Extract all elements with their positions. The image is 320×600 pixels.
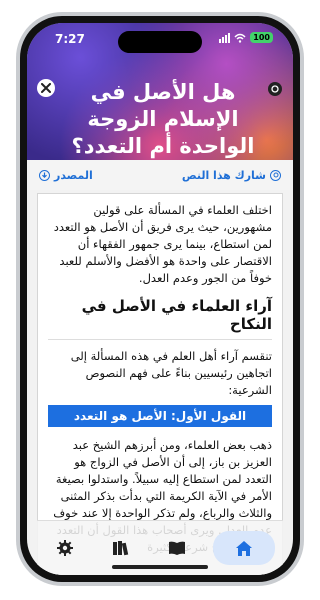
phone-frame: 7:27 100 هل الأصل في الإسلام الزوجة الوا… — [16, 12, 304, 586]
screen: 7:27 100 هل الأصل في الإسلام الزوجة الوا… — [27, 23, 293, 575]
status-bar: 7:27 100 — [27, 29, 293, 53]
section-intro-paragraph: تنقسم آراء أهل العلم في هذه المسألة إلى … — [70, 349, 272, 397]
books-icon — [113, 541, 129, 556]
share-button[interactable]: شارك هذا النص — [182, 169, 281, 182]
header: 7:27 100 هل الأصل في الإسلام الزوجة الوا… — [27, 23, 293, 160]
battery-icon: 100 — [250, 32, 273, 43]
dynamic-island — [118, 31, 202, 53]
wifi-icon — [234, 33, 246, 43]
share-label: شارك هذا النص — [181, 168, 266, 182]
open-book-icon — [169, 541, 185, 555]
signal-icon — [219, 32, 231, 43]
tab-home[interactable] — [213, 531, 275, 565]
article-content: اختلف العلماء في المسألة على قولين مشهور… — [38, 194, 282, 556]
close-button[interactable] — [37, 79, 55, 97]
status-icons: 100 — [219, 32, 273, 43]
tab-settings[interactable] — [45, 531, 85, 565]
intro-paragraph: اختلف العلماء في المسألة على قولين مشهور… — [53, 203, 272, 285]
source-label: المصدر — [54, 168, 93, 182]
close-icon — [41, 83, 51, 93]
subsection-banner: القول الأول: الأصل هو التعدد — [48, 405, 272, 427]
section-heading: آراء العلماء في الأصل في النكاح — [48, 297, 272, 340]
share-icon — [270, 169, 281, 181]
status-time: 7:27 — [55, 32, 85, 46]
bottom-tab-bar — [37, 520, 283, 575]
article-card: اختلف العلماء في المسألة على قولين مشهور… — [37, 193, 283, 575]
tab-reading[interactable] — [157, 531, 197, 565]
source-button[interactable]: المصدر — [39, 169, 93, 182]
home-indicator — [112, 565, 208, 569]
action-row: المصدر شارك هذا النص — [27, 160, 293, 190]
download-icon — [39, 169, 50, 181]
page-title: هل الأصل في الإسلام الزوجة الواحدة أم ال… — [71, 80, 255, 158]
gear-icon — [57, 540, 73, 556]
tab-library[interactable] — [101, 531, 141, 565]
accessibility-icon[interactable] — [267, 81, 283, 97]
home-icon — [236, 540, 252, 556]
phone-bezel: 7:27 100 هل الأصل في الإسلام الزوجة الوا… — [20, 16, 300, 582]
